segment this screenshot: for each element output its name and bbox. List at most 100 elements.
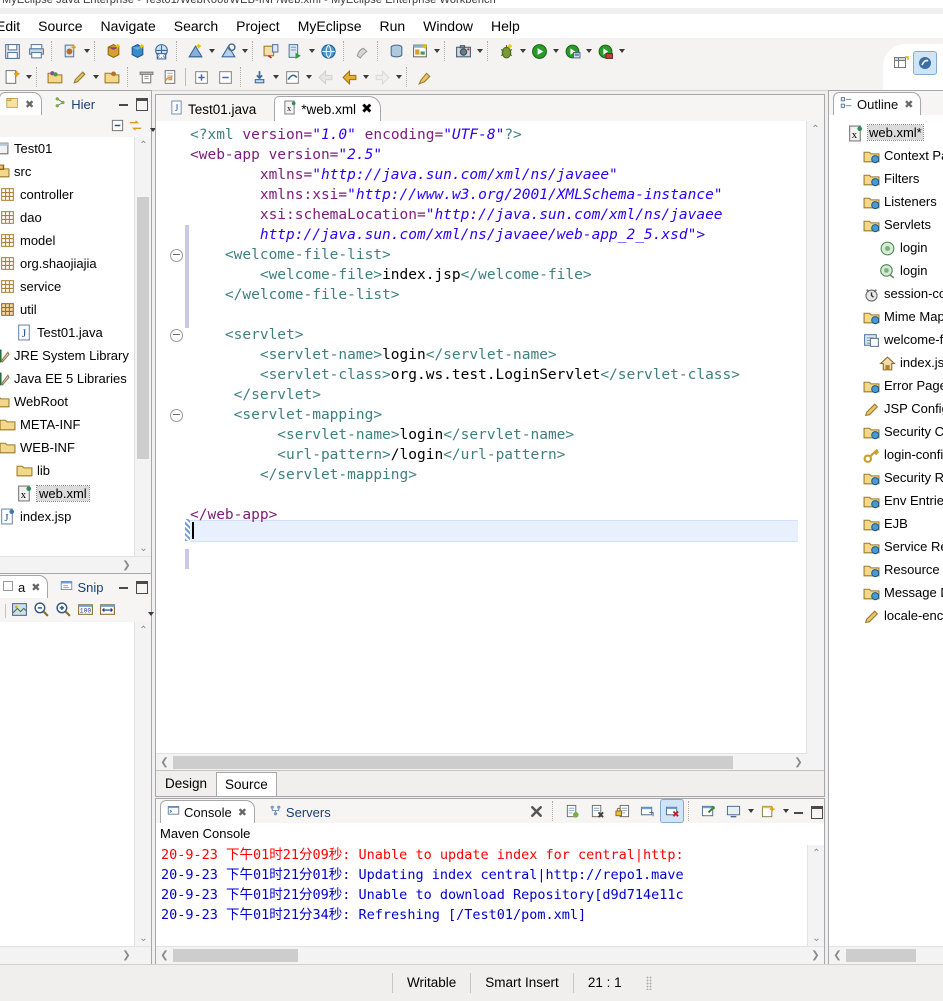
refresh-file-icon[interactable] — [159, 66, 181, 88]
menu-source[interactable]: Source — [29, 14, 91, 38]
outline-item-index-jsp[interactable]: index.jsp — [829, 351, 943, 374]
tree-item-dao[interactable]: dao — [0, 206, 151, 229]
menu-help[interactable]: Help — [482, 14, 529, 38]
step-over-icon[interactable] — [281, 66, 303, 88]
brush-icon[interactable] — [414, 66, 436, 88]
tree-item-index-jsp[interactable]: Jindex.jsp — [0, 505, 151, 528]
collapse-icon[interactable] — [214, 66, 236, 88]
maximize-icon[interactable] — [133, 95, 149, 111]
menu-myeclipse[interactable]: MyEclipse — [289, 14, 371, 38]
zoom-out-icon[interactable] — [33, 601, 50, 621]
snippets-horizontal-scrollbar[interactable]: ❯ — [0, 946, 151, 964]
menu-search[interactable]: Search — [165, 14, 227, 38]
expand-icon[interactable] — [190, 66, 212, 88]
tab-test01-java[interactable]: J Test01.java — [162, 97, 264, 121]
tree-item-test01-java[interactable]: JTest01.java — [0, 321, 151, 344]
close-icon[interactable]: ✖ — [31, 581, 40, 594]
chevron-down-icon[interactable] — [432, 41, 441, 61]
outline-item-mime-mappings[interactable]: Mime Mappings — [829, 305, 943, 328]
outline-item-session-config[interactable]: session-config — [829, 282, 943, 305]
outline-item-service-refs[interactable]: Service Refs — [829, 535, 943, 558]
minimize-icon[interactable] — [791, 803, 807, 819]
new-class-icon[interactable] — [102, 40, 124, 62]
tab-palette[interactable]: a ✖ — [0, 575, 48, 599]
tree-item-web-inf[interactable]: WEB-INF — [0, 436, 151, 459]
outline-item-servlets[interactable]: Servlets — [829, 213, 943, 236]
close-icon[interactable]: ✖ — [904, 98, 913, 111]
chevron-down-icon[interactable] — [518, 41, 527, 61]
preview-icon[interactable] — [351, 40, 373, 62]
menu-run[interactable]: Run — [370, 14, 414, 38]
close-icon[interactable]: ✖ — [238, 806, 247, 819]
debug-icon[interactable] — [495, 40, 517, 62]
menu-navigate[interactable]: Navigate — [91, 14, 164, 38]
tree-item-test01[interactable]: Test01 — [0, 137, 151, 160]
close-icon[interactable]: ✖ — [361, 101, 372, 117]
tree-item-model[interactable]: model — [0, 229, 151, 252]
browser-icon[interactable] — [317, 40, 339, 62]
scroll-up-arrow[interactable]: ⌃ — [808, 845, 824, 862]
scroll-left-arrow[interactable]: ❮ — [156, 947, 173, 964]
scroll-right-arrow[interactable]: ❯ — [807, 947, 824, 964]
scroll-up-arrow[interactable]: ⌃ — [807, 121, 824, 138]
run-history-icon[interactable] — [561, 40, 583, 62]
view-menu-icon[interactable] — [146, 604, 155, 624]
tree-item-service[interactable]: service — [0, 275, 151, 298]
scroll-down-arrow[interactable]: ⌄ — [808, 930, 824, 947]
chevron-down-icon[interactable] — [304, 67, 313, 87]
outline-item-web-xml-[interactable]: xweb.xml* — [829, 121, 943, 144]
zoom-100-icon[interactable]: 100 — [77, 601, 94, 621]
back-icon[interactable] — [338, 66, 360, 88]
minimize-icon[interactable] — [116, 95, 132, 111]
scroll-left-arrow[interactable]: ❮ — [156, 754, 173, 771]
outline-item-login-config[interactable]: login-config — [829, 443, 943, 466]
zoom-in-icon[interactable] — [55, 601, 72, 621]
chevron-down-icon[interactable] — [307, 41, 316, 61]
run-config-icon[interactable] — [594, 40, 616, 62]
xml-source-code[interactable]: <?xml version="1.0" encoding="UTF-8"?> <… — [190, 125, 740, 545]
step-into-icon[interactable] — [248, 66, 270, 88]
menu-window[interactable]: Window — [414, 14, 482, 38]
scroll-right-arrow[interactable]: ❯ — [790, 754, 807, 771]
tree-item-lib[interactable]: lib — [0, 459, 151, 482]
clear-console-icon[interactable] — [525, 800, 547, 822]
tab-servers[interactable]: Servers — [263, 801, 338, 823]
palette-tool-icon[interactable] — [0, 602, 2, 620]
scroll-up-arrow[interactable]: ⌃ — [135, 137, 151, 154]
chevron-down-icon[interactable] — [781, 801, 790, 821]
open-type-icon[interactable] — [217, 40, 239, 62]
outline-item-filters[interactable]: Filters — [829, 167, 943, 190]
chevron-down-icon[interactable] — [24, 67, 33, 87]
outline-item-jsp-config[interactable]: JSP Config — [829, 397, 943, 420]
tree-item-java-ee-5-libraries[interactable]: Java EE 5 Libraries — [0, 367, 151, 390]
chevron-down-icon[interactable] — [240, 41, 249, 61]
outline-item-locale-encoding-mapping-list[interactable]: locale-encoding-mapping-list — [829, 604, 943, 627]
outline-item-login[interactable]: login — [829, 236, 943, 259]
menu-edit[interactable]: Edit — [0, 14, 29, 38]
editor-tab-source[interactable]: Source — [216, 772, 277, 796]
editor-horizontal-scrollbar[interactable]: ❮ ❯ — [156, 753, 807, 771]
new-icon[interactable] — [1, 66, 23, 88]
chevron-down-icon[interactable] — [361, 67, 370, 87]
maximize-icon[interactable] — [808, 803, 824, 819]
tree-vertical-scrollbar[interactable]: ⌃ ⌄ — [134, 137, 151, 574]
chevron-down-icon[interactable] — [271, 67, 280, 87]
run-server-icon[interactable] — [284, 40, 306, 62]
tab-hierarchy[interactable]: Hier — [48, 93, 102, 115]
scroll-right-arrow[interactable]: ❯ — [118, 947, 135, 964]
export-icon[interactable] — [260, 40, 282, 62]
chevron-down-icon[interactable] — [617, 41, 626, 61]
outline-item-context-param[interactable]: Context Param — [829, 144, 943, 167]
outline-item-message-destinations[interactable]: Message Destinations — [829, 581, 943, 604]
tree-item-controller[interactable]: controller — [0, 183, 151, 206]
fit-icon[interactable] — [99, 601, 116, 621]
scroll-left-arrow[interactable]: ❮ — [829, 947, 846, 964]
chevron-down-icon[interactable] — [746, 801, 755, 821]
link-with-editor-icon[interactable] — [128, 118, 143, 136]
lock-scroll-icon[interactable] — [611, 800, 633, 822]
close-console-icon[interactable] — [661, 800, 683, 822]
chevron-down-icon[interactable] — [584, 41, 593, 61]
scroll-thumb[interactable] — [173, 949, 298, 962]
edit-icon[interactable] — [68, 66, 90, 88]
outline-item-resource-refs[interactable]: Resource Refs — [829, 558, 943, 581]
